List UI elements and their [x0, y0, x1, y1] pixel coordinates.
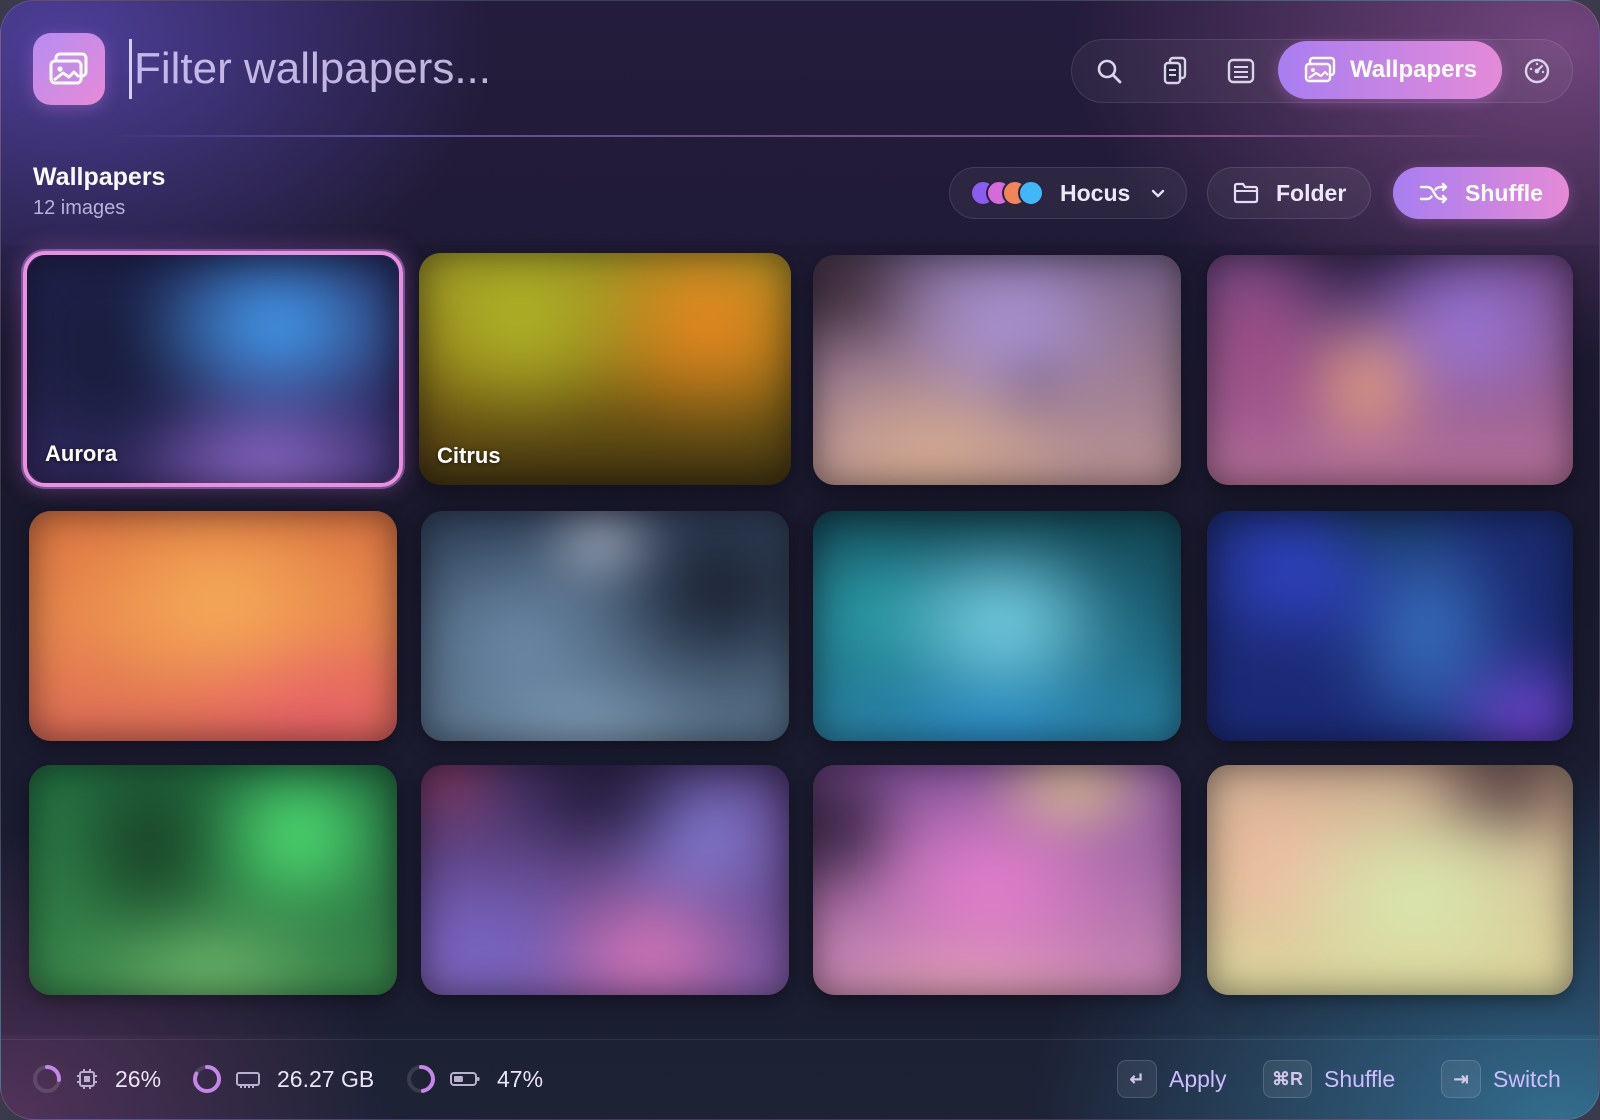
- theme-color-dot: [1018, 180, 1044, 206]
- battery-usage-ring-icon: [407, 1065, 435, 1093]
- wallpaper-tile[interactable]: [1207, 511, 1573, 741]
- wallpaper-tile[interactable]: [29, 511, 397, 741]
- wallpapers-mode-label: Wallpapers: [1350, 56, 1478, 83]
- cpu-chip-icon: [77, 1069, 97, 1089]
- theme-label: Hocus: [1060, 179, 1131, 206]
- wallpaper-tile[interactable]: [421, 511, 789, 741]
- battery-icon: [450, 1072, 480, 1086]
- launcher-window: Wallpapers Wallpapers 12 images Hocus: [0, 0, 1600, 1120]
- clipboard-mode-button[interactable]: [1147, 43, 1203, 99]
- apply-hint[interactable]: ↵ Apply: [1117, 1059, 1227, 1099]
- theme-dropdown[interactable]: Hocus: [949, 167, 1187, 219]
- image-count: 12 images: [33, 197, 126, 219]
- search-mode-button[interactable]: [1081, 43, 1137, 99]
- shuffle-hint-label: Shuffle: [1324, 1065, 1396, 1092]
- folder-icon: [1233, 182, 1259, 204]
- shuffle-hint[interactable]: ⌘R Shuffle: [1263, 1059, 1395, 1099]
- wallpaper-tile[interactable]: [813, 255, 1181, 485]
- image-stack-icon: [49, 52, 88, 85]
- filter-wallpapers-input[interactable]: [129, 39, 809, 99]
- dashboard-gauge-icon: [1524, 58, 1550, 84]
- wallpaper-tile[interactable]: [813, 511, 1181, 741]
- wallpaper-tile[interactable]: [29, 765, 397, 995]
- header-divider: [101, 135, 1501, 137]
- wallpapers-app-icon: [33, 33, 105, 105]
- shuffle-label: Shuffle: [1465, 179, 1543, 206]
- battery-value: 47%: [497, 1065, 544, 1092]
- apply-hint-label: Apply: [1169, 1065, 1227, 1092]
- cmd-r-key-icon: ⌘R: [1263, 1060, 1312, 1098]
- switch-hint[interactable]: ⇥ Switch: [1441, 1059, 1561, 1099]
- wallpaper-label: Aurora: [45, 441, 118, 466]
- shuffle-icon: [1419, 182, 1448, 204]
- settings-button[interactable]: [1509, 43, 1565, 99]
- wallpaper-tile[interactable]: [1207, 765, 1573, 995]
- wallpaper-tile[interactable]: [813, 765, 1181, 995]
- memory-stat: 26.27 GB: [191, 1061, 374, 1097]
- folder-label: Folder: [1276, 179, 1347, 206]
- cpu-stat: 26%: [31, 1061, 161, 1097]
- theme-color-dots: [970, 180, 1046, 206]
- tab-key-icon: ⇥: [1441, 1060, 1481, 1098]
- notes-mode-button[interactable]: [1213, 43, 1269, 99]
- battery-stat: 47%: [405, 1061, 543, 1097]
- wallpaper-tile[interactable]: Citrus: [419, 253, 791, 485]
- wallpaper-tile[interactable]: [421, 765, 789, 995]
- memory-chip-icon: [236, 1072, 260, 1088]
- wallpaper-tile[interactable]: [1207, 255, 1573, 485]
- clipboard-icon: [1163, 56, 1187, 85]
- memory-usage-ring-icon: [193, 1065, 221, 1093]
- notes-icon: [1227, 58, 1255, 84]
- wallpaper-tile[interactable]: Aurora: [23, 251, 403, 487]
- wallpaper-label: Citrus: [437, 443, 501, 468]
- footer-divider: [1, 1039, 1599, 1040]
- image-stack-icon: [1304, 56, 1336, 83]
- cpu-usage-ring-icon: [33, 1065, 61, 1093]
- section-title: Wallpapers: [33, 163, 166, 191]
- shuffle-button[interactable]: Shuffle: [1393, 167, 1569, 219]
- return-key-icon: ↵: [1117, 1060, 1157, 1098]
- memory-value: 26.27 GB: [277, 1065, 375, 1092]
- chevron-down-icon: [1152, 189, 1165, 198]
- cpu-value: 26%: [115, 1065, 162, 1092]
- switch-hint-label: Switch: [1493, 1065, 1561, 1092]
- search-icon: [1097, 59, 1122, 84]
- folder-button[interactable]: Folder: [1207, 167, 1371, 219]
- wallpapers-mode-button[interactable]: Wallpapers: [1278, 41, 1502, 99]
